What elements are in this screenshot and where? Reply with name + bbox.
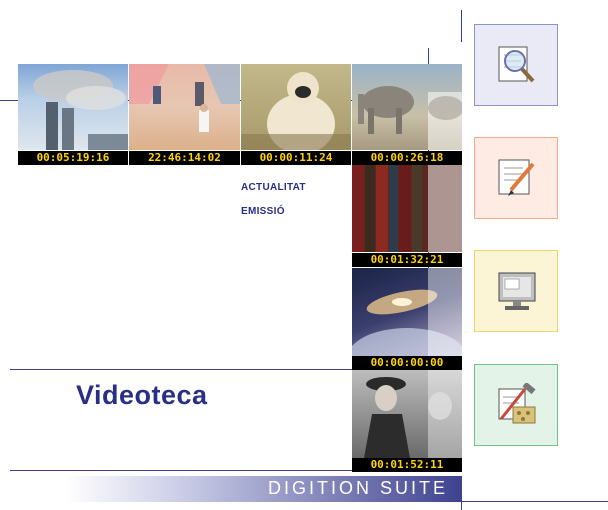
timecode-clip-6: 00:00:00:00: [352, 356, 462, 370]
search-tool-button[interactable]: [474, 24, 558, 106]
books-scene: [352, 164, 462, 252]
film-noir-scene: [364, 370, 462, 458]
banner-text: DIGITION SUITE: [267, 478, 448, 498]
page-title: Videoteca: [76, 380, 208, 410]
edit-tool-button[interactable]: [474, 137, 558, 219]
video-thumbnail-books[interactable]: [352, 164, 462, 252]
street-scene: [129, 64, 240, 132]
timecode-clip-4: 00:00:26:18: [352, 151, 462, 165]
timecode-clip-3: 00:00:11:24: [241, 151, 351, 165]
guide-line-vertical-right: [461, 10, 462, 42]
timecode-clip-5: 00:01:32:21: [352, 253, 462, 267]
timecode-clip-1: 00:05:19:16: [18, 151, 128, 165]
computer-monitor-icon: [498, 272, 536, 310]
elephants-scene: [358, 86, 462, 150]
timecode-clip-7: 00:01:52:11: [352, 458, 462, 472]
galaxy-scene: [352, 268, 462, 356]
video-thumbnail-street[interactable]: [129, 64, 240, 150]
video-thumbnail-towers[interactable]: [18, 64, 128, 150]
guide-line-bottom: [462, 501, 608, 502]
timecode-clip-2: 22:46:14:02: [129, 151, 240, 165]
video-thumbnail-galaxy[interactable]: [352, 268, 462, 356]
suite-banner: DIGITION SUITE: [66, 476, 462, 502]
video-thumbnail-gorilla[interactable]: [241, 64, 351, 150]
monitor-tool-button[interactable]: [474, 250, 558, 332]
towers-scene: [33, 70, 128, 150]
tools-button[interactable]: [474, 364, 558, 446]
magnifier-document-icon: [498, 46, 535, 83]
hammer-tools-icon: [498, 383, 536, 424]
video-thumbnail-elephants[interactable]: [352, 64, 462, 150]
video-thumbnail-film-noir[interactable]: [352, 370, 462, 458]
gorilla-scene: [241, 72, 351, 150]
menu-link-emissio[interactable]: EMISSIÓ: [241, 206, 285, 217]
menu-link-actualitat[interactable]: ACTUALITAT: [241, 182, 306, 193]
document-pencil-icon: [498, 159, 535, 196]
